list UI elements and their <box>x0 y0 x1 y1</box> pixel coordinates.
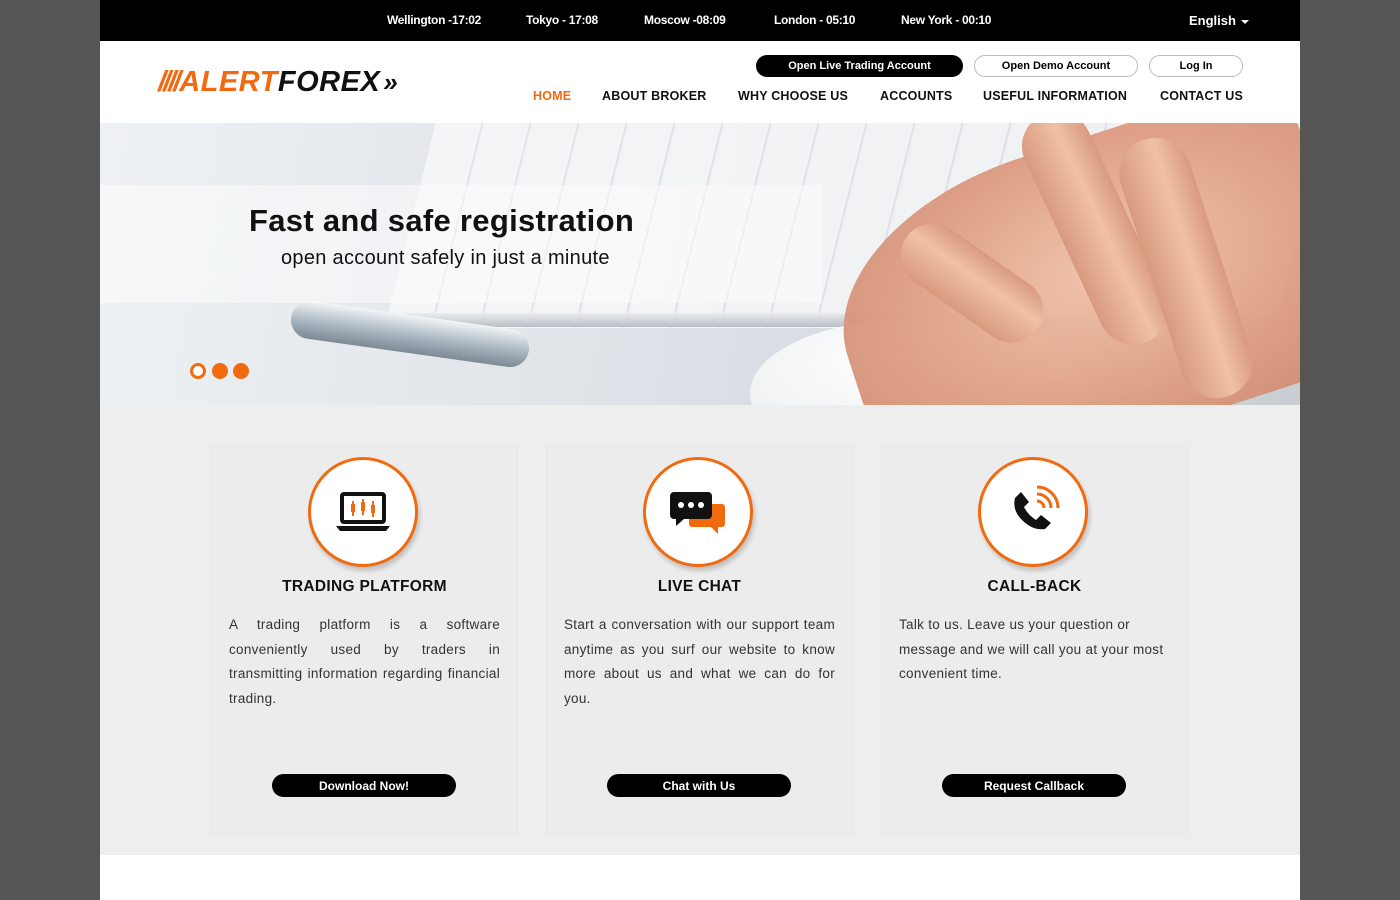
bottom-section <box>100 855 1300 900</box>
nav-useful-information[interactable]: USEFUL INFORMATION <box>983 89 1127 105</box>
feature-title: TRADING PLATFORM <box>282 578 447 595</box>
world-clock-bar: Wellington -17:02 Tokyo - 17:08 Moscow -… <box>100 0 1300 41</box>
logo-forex: FOREX <box>277 65 381 98</box>
download-now-button[interactable]: Download Now! <box>272 774 456 797</box>
phone-callback-icon <box>978 457 1088 567</box>
features-section: TRADING PLATFORM A trading platform is a… <box>100 405 1300 855</box>
open-demo-account-button[interactable]: Open Demo Account <box>974 55 1138 77</box>
clock-tokyo: Tokyo - 17:08 <box>526 13 598 27</box>
logo-chevrons: » <box>383 66 398 97</box>
feature-card-call-back: CALL-BACK Talk to us. Leave us your ques… <box>882 445 1187 835</box>
hero-subtitle: open account safely in just a minute <box>281 247 610 269</box>
nav-accounts[interactable]: ACCOUNTS <box>880 89 952 105</box>
language-label: English <box>1189 13 1236 28</box>
logo[interactable]: //// ALERT FOREX » <box>158 64 398 100</box>
open-live-account-button[interactable]: Open Live Trading Account <box>756 55 963 77</box>
nav-home[interactable]: HOME <box>533 89 571 105</box>
nav-contact-us[interactable]: CONTACT US <box>1160 89 1243 105</box>
slider-dot-3[interactable] <box>233 363 249 379</box>
trading-platform-icon <box>308 457 418 567</box>
page: Wellington -17:02 Tokyo - 17:08 Moscow -… <box>100 0 1300 900</box>
hero-title: Fast and safe registration <box>249 203 635 238</box>
logo-slashes: //// <box>158 65 181 98</box>
slider-dot-2[interactable] <box>212 363 228 379</box>
request-callback-button[interactable]: Request Callback <box>942 774 1126 797</box>
feature-description: A trading platform is a software conveni… <box>229 617 500 706</box>
login-button[interactable]: Log In <box>1149 55 1243 77</box>
chat-with-us-button[interactable]: Chat with Us <box>607 774 791 797</box>
feature-card-trading-platform: TRADING PLATFORM A trading platform is a… <box>212 445 517 835</box>
caret-down-icon <box>1240 19 1249 24</box>
nav-about-broker[interactable]: ABOUT BROKER <box>602 89 706 105</box>
clock-moscow: Moscow -08:09 <box>644 13 726 27</box>
feature-card-live-chat: LIVE CHAT Start a conversation with our … <box>547 445 852 835</box>
clock-new-york: New York - 00:10 <box>901 13 992 27</box>
nav-why-choose-us[interactable]: WHY CHOOSE US <box>738 89 848 105</box>
language-selector[interactable]: English <box>1189 13 1249 28</box>
hero-slider: Fast and safe registration open account … <box>100 123 1300 405</box>
logo-alert: ALERT <box>179 65 278 98</box>
feature-description: Talk to us. Leave us your question or me… <box>899 617 1164 681</box>
feature-description: Start a conversation with our support te… <box>564 617 835 706</box>
feature-title: LIVE CHAT <box>657 578 742 595</box>
clock-wellington: Wellington -17:02 <box>387 13 482 27</box>
live-chat-icon <box>643 457 753 567</box>
feature-title: CALL-BACK <box>987 578 1082 595</box>
slider-dot-1[interactable] <box>190 363 206 379</box>
clock-london: London - 05:10 <box>774 13 856 27</box>
